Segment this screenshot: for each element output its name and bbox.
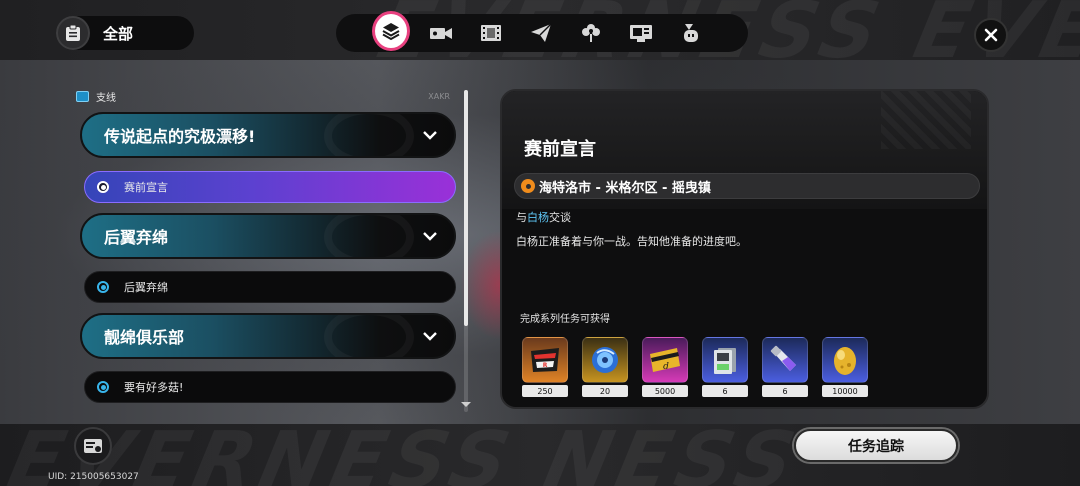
radio-dot-icon xyxy=(97,181,109,193)
chevron-down-icon xyxy=(423,332,437,341)
clipboard-icon xyxy=(56,16,90,50)
paper-plane-icon xyxy=(531,23,552,42)
header-decoration xyxy=(324,114,414,156)
tab-videos[interactable] xyxy=(622,14,660,52)
category-icon xyxy=(76,90,89,102)
reward-qty: 6 xyxy=(702,385,748,397)
quest-item-label: 后翼弃绵 xyxy=(124,281,168,294)
radio-dot-icon xyxy=(97,281,109,293)
tab-bangboo[interactable] xyxy=(672,14,710,52)
quest-item-label: 要有好多菇! xyxy=(124,381,184,394)
reward-item[interactable]: 10000 xyxy=(822,337,868,397)
quest-group-header[interactable]: 后翼弃绵 xyxy=(80,213,456,259)
layers-icon xyxy=(382,23,400,41)
reward-qty: 250 xyxy=(522,385,568,397)
archive-icon xyxy=(84,439,102,453)
tab-all-quests[interactable] xyxy=(372,11,410,52)
quest-group-title: 传说起点的究极漂移! xyxy=(104,127,256,146)
reward-item[interactable]: R 250 xyxy=(522,337,568,397)
header-decoration xyxy=(324,315,414,357)
close-icon xyxy=(984,28,998,42)
scrollbar-thumb[interactable] xyxy=(464,90,468,326)
svg-text:R: R xyxy=(543,362,548,369)
chevron-down-icon xyxy=(423,131,437,140)
reward-qty: 10000 xyxy=(822,385,868,397)
reward-qty: 5000 xyxy=(642,385,688,397)
detail-decoration xyxy=(881,91,971,149)
category-header: 支线 XAKR xyxy=(76,88,462,104)
reward-qty: 6 xyxy=(762,385,808,397)
quest-objective: 与白杨交谈 xyxy=(516,209,571,225)
quest-title: 赛前宣言 xyxy=(524,139,596,160)
film-camera-icon xyxy=(430,28,452,39)
archive-button[interactable] xyxy=(74,427,112,465)
quest-group-title: 后翼弃绵 xyxy=(104,228,169,247)
scroll-down-arrow-icon[interactable] xyxy=(461,402,471,407)
reward-item[interactable]: 6 xyxy=(762,337,808,397)
reward-item[interactable]: 20 xyxy=(582,337,628,397)
quest-item-label: 赛前宣言 xyxy=(124,181,168,194)
tab-main-story[interactable] xyxy=(422,14,460,52)
tab-events[interactable] xyxy=(572,14,610,52)
flower-icon xyxy=(582,24,600,42)
objective-prefix: 与 xyxy=(516,211,527,224)
quest-location[interactable]: 海特洛市 - 米格尔区 - 摇曳镇 xyxy=(514,173,980,199)
radio-dot-icon xyxy=(97,381,109,393)
tab-commissions[interactable] xyxy=(472,14,510,52)
tape-icon xyxy=(702,337,748,383)
reward-item[interactable]: d 5000 xyxy=(642,337,688,397)
race-badge-icon: R xyxy=(522,337,568,383)
screen-icon xyxy=(630,25,652,42)
quest-tabbar xyxy=(336,11,748,52)
rewards-label: 完成系列任务可获得 xyxy=(520,314,610,325)
quest-description: 白杨正准备着与你一战。告知他准备的进度吧。 xyxy=(516,235,747,248)
quest-item[interactable]: 后翼弃绵 xyxy=(84,271,456,303)
quest-item[interactable]: 要有好多菇! xyxy=(84,371,456,403)
polychrome-orb-icon xyxy=(582,337,628,383)
reward-item[interactable]: 6 xyxy=(702,337,748,397)
chevron-down-icon xyxy=(423,232,437,241)
header-decoration xyxy=(324,215,414,257)
location-text: 海特洛市 - 米格尔区 - 摇曳镇 xyxy=(539,180,711,196)
dennies-card-icon: d xyxy=(642,337,688,383)
bangboo-icon xyxy=(684,24,698,42)
golden-egg-icon xyxy=(822,337,868,383)
quest-group-title: 靓绵俱乐部 xyxy=(104,328,185,347)
filter-label: 全部 xyxy=(103,24,134,43)
quest-group-header[interactable]: 传说起点的究极漂移! xyxy=(80,112,456,158)
category-label: 支线 xyxy=(96,92,116,104)
track-quest-button[interactable]: 任务追踪 xyxy=(794,429,958,462)
quest-item-selected[interactable]: 赛前宣言 xyxy=(84,171,456,203)
quest-group-header[interactable]: 靓绵俱乐部 xyxy=(80,313,456,359)
category-decoration: XAKR xyxy=(428,91,450,101)
close-button[interactable] xyxy=(974,18,1008,52)
reward-qty: 20 xyxy=(582,385,628,397)
objective-suffix: 交谈 xyxy=(549,211,571,224)
tab-errands[interactable] xyxy=(522,14,560,52)
filter-dropdown[interactable]: 全部 xyxy=(56,16,194,50)
film-strip-icon xyxy=(481,25,501,41)
material-tube-icon xyxy=(762,337,808,383)
quest-detail-panel: 赛前宣言 海特洛市 - 米格尔区 - 摇曳镇 与白杨交谈 白杨正准备着与你一战。… xyxy=(500,89,989,409)
user-uid: UID: 215005653027 xyxy=(48,472,139,482)
objective-npc: 白杨 xyxy=(527,211,549,224)
svg-text:d: d xyxy=(663,362,669,372)
location-pin-icon xyxy=(521,179,535,193)
